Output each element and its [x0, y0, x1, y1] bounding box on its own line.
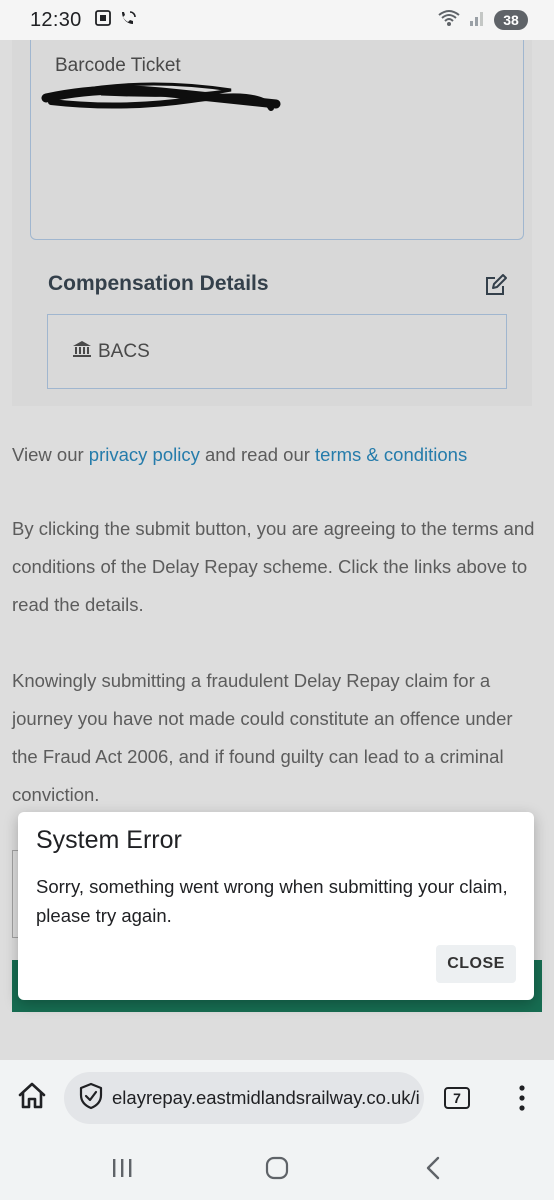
nav-home-icon[interactable]: [265, 1156, 289, 1185]
back-icon[interactable]: [422, 1156, 446, 1185]
security-shield-icon[interactable]: [78, 1082, 104, 1115]
wifi-icon: [438, 9, 460, 32]
dialog-title: System Error: [36, 826, 182, 854]
browser-toolbar: elayrepay.eastmidlandsrailway.co.uk/i 7: [0, 1060, 554, 1136]
error-dialog: System Error Sorry, something went wrong…: [18, 812, 534, 1000]
signal-icon: [468, 9, 486, 32]
home-icon[interactable]: [16, 1080, 48, 1117]
url-text: elayrepay.eastmidlandsrailway.co.uk/i: [112, 1087, 420, 1108]
more-menu-icon[interactable]: [510, 1082, 534, 1119]
system-nav-bar: [0, 1136, 554, 1200]
screenshot-icon: [94, 9, 112, 32]
close-button[interactable]: CLOSE: [436, 945, 516, 983]
recents-icon[interactable]: [110, 1156, 134, 1185]
tab-switcher-button[interactable]: 7: [444, 1087, 470, 1109]
status-time: 12:30: [30, 8, 82, 31]
address-bar[interactable]: elayrepay.eastmidlandsrailway.co.uk/i: [64, 1072, 424, 1124]
dialog-message: Sorry, something went wrong when submitt…: [36, 876, 508, 926]
battery-indicator: 38: [494, 10, 528, 30]
status-bar: 12:30 38: [0, 0, 554, 40]
wifi-call-icon: [118, 9, 138, 32]
